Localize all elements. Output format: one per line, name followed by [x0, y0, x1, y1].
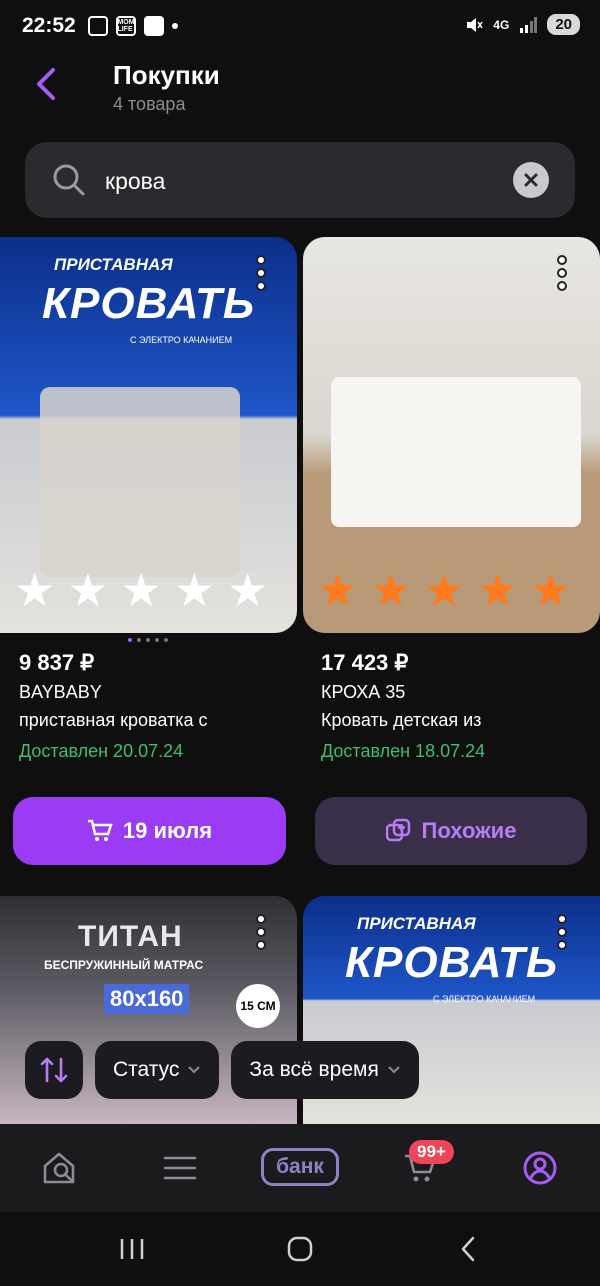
promo-title-small: ПРИСТАВНАЯ: [357, 914, 476, 933]
star-icon[interactable]: ★: [121, 567, 162, 613]
period-filter[interactable]: За всё время: [231, 1041, 419, 1099]
menu-icon: [163, 1156, 197, 1180]
clear-search-button[interactable]: [513, 162, 549, 198]
system-back-button[interactable]: [448, 1232, 488, 1266]
battery-level: 20: [547, 14, 580, 35]
bottom-navigation: банк 99+: [0, 1124, 600, 1212]
promo-title: КРОВАТЬ: [42, 279, 256, 328]
promo-title-small: ПРИСТАВНАЯ: [54, 255, 173, 274]
cart-icon: [87, 819, 113, 841]
filter-bar: Статус За всё время: [25, 1041, 419, 1099]
profile-icon: [523, 1151, 557, 1185]
nav-bank[interactable]: банк: [261, 1148, 339, 1186]
cart-count-badge: 99+: [409, 1140, 454, 1164]
product-price: 9 837 ₽: [19, 650, 95, 675]
screenshot-icon: [88, 16, 108, 36]
product-name[interactable]: Кровать детская из: [321, 710, 591, 731]
recent-apps-icon: [120, 1239, 144, 1259]
chevron-left-icon: [37, 68, 55, 100]
signal-icon: [520, 16, 538, 33]
recent-apps-button[interactable]: [112, 1232, 152, 1266]
delivery-status: Доставлен 18.07.24: [321, 741, 486, 761]
promo-title: ТИТАН: [78, 920, 183, 953]
home-icon: [287, 1236, 313, 1262]
chevron-left-icon: [461, 1236, 475, 1262]
notification-dot-icon: [172, 23, 178, 29]
product-name[interactable]: приставная кроватка с: [19, 710, 289, 731]
star-icon[interactable]: ★: [67, 567, 108, 613]
reorder-label: 19 июля: [122, 818, 213, 843]
height-badge: 15 СМ: [236, 984, 280, 1028]
system-navigation: [0, 1212, 600, 1286]
star-icon[interactable]: ★: [477, 567, 518, 613]
search-icon: [53, 164, 85, 196]
star-icon[interactable]: ★: [530, 567, 571, 613]
sort-icon: [40, 1057, 68, 1083]
product-image[interactable]: ★ ★ ★ ★ ★: [303, 237, 600, 633]
delivery-status: Доставлен 20.07.24: [19, 741, 184, 761]
star-icon[interactable]: ★: [174, 567, 215, 613]
promo-title: КРОВАТЬ: [345, 938, 559, 987]
search-input[interactable]: [103, 160, 507, 202]
similar-button[interactable]: Похожие: [315, 797, 587, 865]
home-search-icon: [43, 1152, 75, 1184]
rating-stars[interactable]: ★ ★ ★ ★ ★: [14, 567, 268, 613]
product-image[interactable]: ПРИСТАВНАЯ КРОВАТЬ С ЭЛЕКТРО КАЧАНИЕМ ★ …: [0, 237, 297, 633]
page-title: Покупки: [113, 60, 220, 90]
rating-stars[interactable]: ★ ★ ★ ★ ★: [317, 567, 571, 613]
size-badge: 80x160: [104, 984, 190, 1014]
promo-subtitle: БЕСПРУЖИННЫЙ МАТРАС: [44, 958, 204, 972]
close-icon: [524, 173, 538, 187]
status-bar: 22:52 МОМ LIFE 4G 20: [0, 0, 600, 54]
similar-icon: [385, 818, 410, 842]
momlife-icon: МОМ LIFE: [116, 16, 136, 36]
image-pagination: [128, 638, 168, 642]
more-options-button[interactable]: [551, 914, 573, 950]
more-options-button[interactable]: [250, 255, 272, 291]
star-icon[interactable]: ★: [14, 567, 55, 613]
product-brand: BAYBABY: [19, 682, 102, 702]
star-icon[interactable]: ★: [370, 567, 411, 613]
more-options-button[interactable]: [551, 255, 573, 291]
chevron-down-icon: [188, 1066, 201, 1074]
items-count: 4 товара: [113, 94, 186, 114]
promo-subtitle: С ЭЛЕКТРО КАЧАНИЕМ: [433, 994, 536, 1004]
app-notification-icon: [144, 16, 164, 36]
reorder-button[interactable]: 19 июля: [13, 797, 286, 865]
page-header: Покупки 4 товара: [0, 54, 600, 136]
product-photo: [331, 377, 581, 527]
product-brand: КРОХА 35: [321, 682, 406, 702]
back-button[interactable]: [28, 66, 64, 102]
star-icon[interactable]: ★: [424, 567, 465, 613]
status-time: 22:52: [22, 14, 76, 37]
product-price: 17 423 ₽: [321, 650, 409, 675]
network-type: 4G: [493, 17, 510, 32]
nav-catalog[interactable]: [158, 1146, 202, 1190]
similar-label: Похожие: [421, 818, 517, 843]
nav-profile[interactable]: [518, 1146, 562, 1190]
more-options-button[interactable]: [250, 914, 272, 950]
status-filter-label: Статус: [113, 1058, 180, 1081]
product-photo: [40, 387, 240, 577]
promo-subtitle: С ЭЛЕКТРО КАЧАНИЕМ: [130, 335, 233, 345]
sort-button[interactable]: [25, 1041, 83, 1099]
mute-icon: [467, 17, 483, 32]
home-button[interactable]: [280, 1232, 320, 1266]
star-icon[interactable]: ★: [227, 567, 268, 613]
status-filter[interactable]: Статус: [95, 1041, 220, 1099]
search-bar[interactable]: [25, 142, 575, 218]
star-icon[interactable]: ★: [317, 567, 358, 613]
chevron-down-icon: [388, 1066, 400, 1074]
period-filter-label: За всё время: [249, 1058, 379, 1081]
nav-home[interactable]: [38, 1146, 82, 1190]
